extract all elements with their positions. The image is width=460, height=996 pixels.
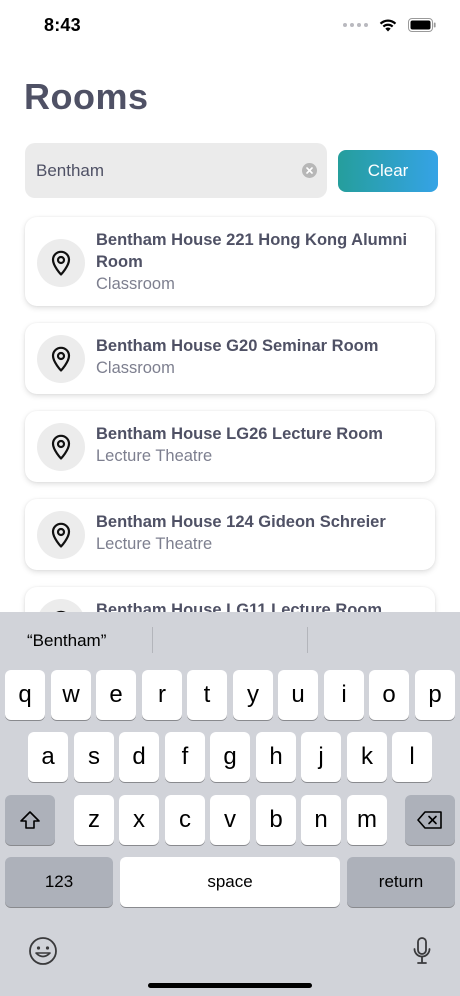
page-title: Rooms bbox=[24, 76, 149, 117]
key-h[interactable]: h bbox=[256, 732, 296, 782]
suggestion-bentham[interactable]: “Bentham” bbox=[27, 631, 106, 651]
key-n[interactable]: n bbox=[301, 795, 341, 845]
room-name: Bentham House LG26 Lecture Room bbox=[96, 425, 383, 443]
key-z[interactable]: z bbox=[74, 795, 114, 845]
wifi-icon bbox=[379, 19, 397, 32]
location-pin-icon bbox=[37, 423, 85, 471]
cellular-signal-icon bbox=[343, 22, 368, 27]
key-o[interactable]: o bbox=[369, 670, 409, 720]
status-icons bbox=[343, 17, 436, 32]
status-bar: 8:43 bbox=[0, 0, 460, 50]
location-pin-icon bbox=[37, 599, 85, 612]
room-name: Bentham House G20 Seminar Room bbox=[96, 337, 379, 355]
shift-icon bbox=[20, 811, 40, 829]
room-type: Classroom bbox=[96, 275, 175, 293]
room-type: Classroom bbox=[96, 359, 175, 377]
microphone-icon[interactable] bbox=[412, 936, 432, 966]
location-pin-icon bbox=[37, 511, 85, 559]
key-p[interactable]: p bbox=[415, 670, 455, 720]
home-indicator bbox=[148, 983, 312, 988]
suggestion-divider bbox=[152, 627, 153, 653]
key-y[interactable]: y bbox=[233, 670, 273, 720]
key-a[interactable]: a bbox=[28, 732, 68, 782]
search-input[interactable] bbox=[36, 143, 296, 198]
key-b[interactable]: b bbox=[256, 795, 296, 845]
return-key[interactable]: return bbox=[347, 857, 455, 907]
key-q[interactable]: q bbox=[5, 670, 45, 720]
key-s[interactable]: s bbox=[74, 732, 114, 782]
list-item[interactable]: Bentham House 124 Gideon Schreier Lectur… bbox=[25, 499, 435, 570]
key-r[interactable]: r bbox=[142, 670, 182, 720]
key-m[interactable]: m bbox=[347, 795, 387, 845]
key-f[interactable]: f bbox=[165, 732, 205, 782]
shift-key[interactable] bbox=[5, 795, 55, 845]
key-t[interactable]: t bbox=[187, 670, 227, 720]
list-item[interactable]: Bentham House G20 Seminar Room Classroom bbox=[25, 323, 435, 394]
keyboard: “Bentham” q w e r t y u i o p a s d f g … bbox=[0, 612, 460, 996]
key-d[interactable]: d bbox=[119, 732, 159, 782]
key-v[interactable]: v bbox=[210, 795, 250, 845]
list-item[interactable]: Bentham House LG11 Lecture Room bbox=[25, 587, 435, 612]
location-pin-icon bbox=[37, 239, 85, 287]
room-name: Bentham House 221 Hong Kong Alumni Room bbox=[96, 231, 408, 271]
location-pin-icon bbox=[37, 335, 85, 383]
key-x[interactable]: x bbox=[119, 795, 159, 845]
key-k[interactable]: k bbox=[347, 732, 387, 782]
suggestion-bar: “Bentham” bbox=[0, 612, 460, 668]
results-list: Bentham House 221 Hong Kong Alumni Room … bbox=[0, 214, 460, 612]
key-u[interactable]: u bbox=[278, 670, 318, 720]
room-type: Lecture Theatre bbox=[96, 447, 213, 465]
room-name: Bentham House LG11 Lecture Room bbox=[96, 601, 383, 612]
battery-icon bbox=[408, 17, 436, 32]
suggestion-divider bbox=[307, 627, 308, 653]
list-item[interactable]: Bentham House LG26 Lecture Room Lecture … bbox=[25, 411, 435, 482]
key-l[interactable]: l bbox=[392, 732, 432, 782]
search-box[interactable] bbox=[25, 143, 327, 198]
delete-icon bbox=[417, 811, 442, 829]
room-name: Bentham House 124 Gideon Schreier bbox=[96, 513, 386, 531]
clear-button[interactable]: Clear bbox=[338, 150, 438, 192]
list-item[interactable]: Bentham House 221 Hong Kong Alumni Room … bbox=[25, 217, 435, 306]
room-type: Lecture Theatre bbox=[96, 535, 213, 553]
key-w[interactable]: w bbox=[51, 670, 91, 720]
key-c[interactable]: c bbox=[165, 795, 205, 845]
clear-text-icon[interactable] bbox=[302, 163, 317, 178]
key-g[interactable]: g bbox=[210, 732, 250, 782]
emoji-icon[interactable] bbox=[28, 936, 58, 966]
key-j[interactable]: j bbox=[301, 732, 341, 782]
key-i[interactable]: i bbox=[324, 670, 364, 720]
status-time: 8:43 bbox=[44, 15, 81, 35]
delete-key[interactable] bbox=[405, 795, 455, 845]
numbers-key[interactable]: 123 bbox=[5, 857, 113, 907]
key-e[interactable]: e bbox=[96, 670, 136, 720]
space-key[interactable]: space bbox=[120, 857, 340, 907]
